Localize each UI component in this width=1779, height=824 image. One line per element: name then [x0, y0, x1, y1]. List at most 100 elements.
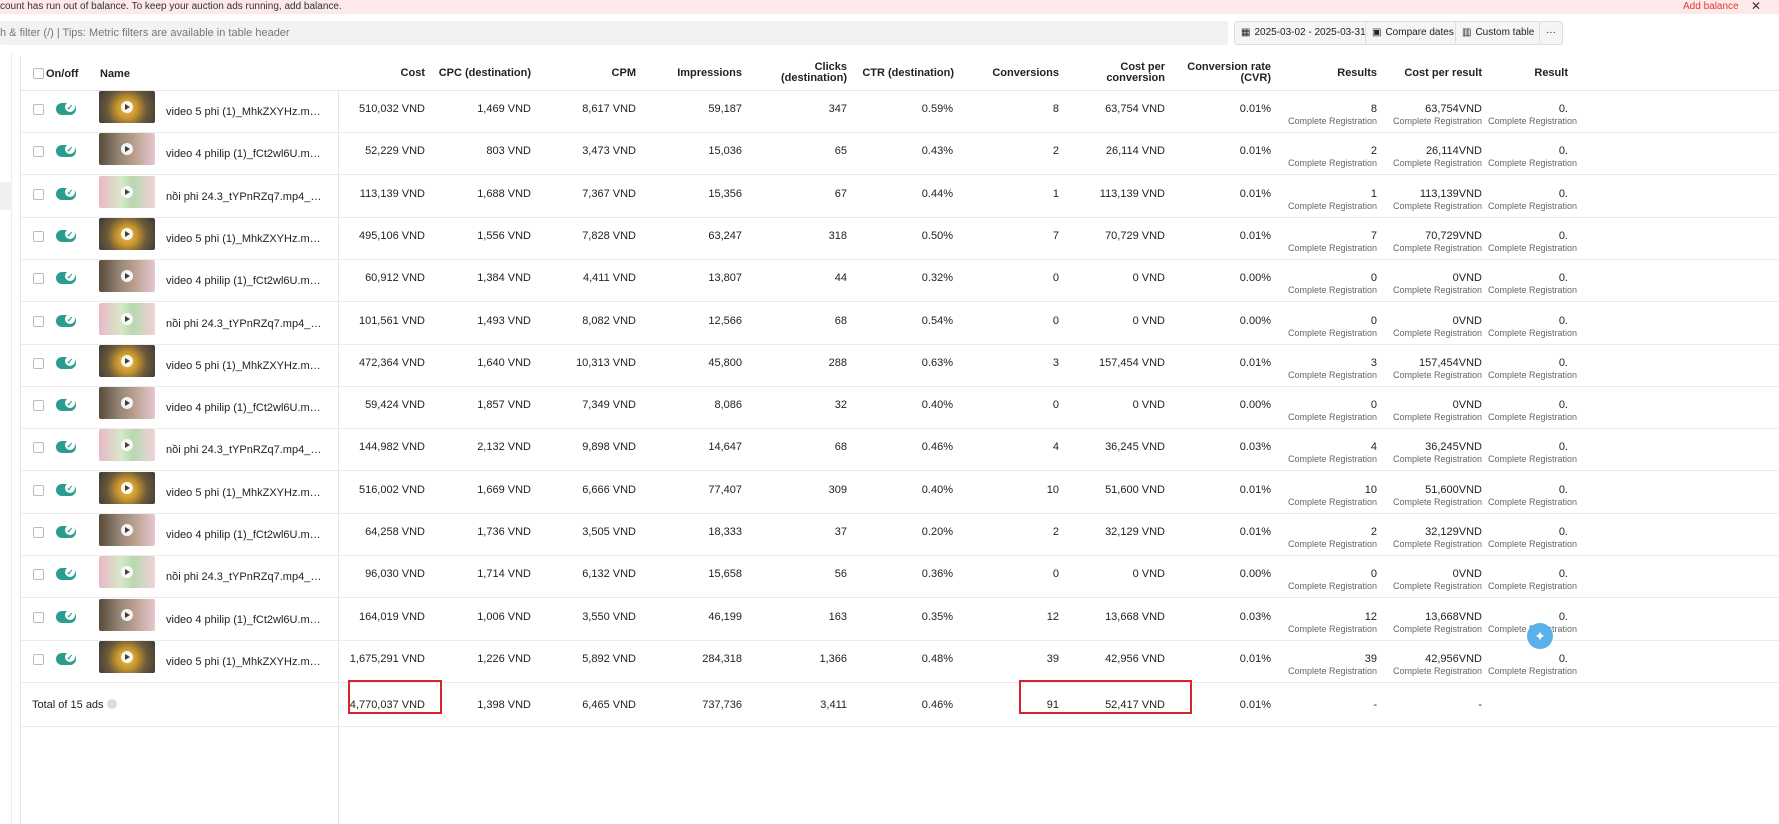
ad-thumbnail[interactable]: [99, 514, 155, 546]
ad-thumbnail[interactable]: [99, 260, 155, 293]
cell-cpm: 8,617 VND: [582, 103, 636, 115]
ad-name-link[interactable]: video 5 phi (1)_MhkZXYHz.mp4_Bả...: [166, 487, 326, 499]
ad-name-link[interactable]: video 4 philip (1)_fCt2wl6U.mp4_Bả...: [166, 614, 326, 626]
row-toggle-switch[interactable]: [56, 186, 76, 200]
header-cvr[interactable]: Conversion rate (CVR): [1171, 62, 1271, 84]
row-toggle-switch[interactable]: [56, 228, 76, 242]
row-checkbox[interactable]: [33, 104, 44, 115]
ad-thumbnail[interactable]: [99, 91, 155, 123]
ad-thumbnail[interactable]: [99, 175, 155, 208]
header-conversions[interactable]: Conversions: [979, 68, 1059, 79]
row-toggle-switch[interactable]: [56, 355, 76, 369]
ad-thumbnail[interactable]: [99, 640, 155, 673]
table-row[interactable]: nồi phi 24.3_tYPnRZq7.mp4_2025-0... 113,1…: [21, 175, 1779, 218]
ad-name-link[interactable]: video 4 philip (1)_fCt2wl6U.mp4_Bả...: [166, 402, 326, 414]
row-checkbox[interactable]: [33, 611, 44, 623]
ad-thumbnail[interactable]: [99, 556, 155, 589]
row-checkbox[interactable]: [33, 569, 44, 581]
ad-name-link[interactable]: video 5 phi (1)_MhkZXYHz.mp4_Bả...: [166, 360, 326, 372]
row-checkbox[interactable]: [33, 484, 44, 496]
table-row[interactable]: video 5 phi (1)_MhkZXYHz.mp4_Bả... 510,03…: [21, 91, 1779, 133]
table-row[interactable]: video 5 phi (1)_MhkZXYHz.mp4_Bả... 1,675,…: [21, 640, 1779, 683]
row-toggle-switch[interactable]: [56, 651, 76, 665]
row-toggle-switch[interactable]: [56, 482, 76, 496]
custom-table-button[interactable]: ▥ Custom table: [1455, 21, 1542, 45]
header-result-rate[interactable]: Result: [1491, 68, 1568, 79]
row-checkbox[interactable]: [33, 527, 44, 538]
results-sublabel: Complete Registration: [1287, 327, 1377, 338]
row-checkbox[interactable]: [33, 315, 44, 327]
search-input[interactable]: h & filter (/) | Tips: Metric filters ar…: [0, 21, 1228, 45]
table-row[interactable]: video 4 philip (1)_fCt2wl6U.mp4_Bả... 52,…: [21, 133, 1779, 176]
ad-thumbnail[interactable]: [99, 133, 155, 166]
compare-dates-button[interactable]: ▣ Compare dates: [1365, 21, 1461, 45]
select-all-checkbox[interactable]: [33, 68, 44, 79]
row-toggle-switch[interactable]: [56, 313, 76, 327]
ad-name-link[interactable]: video 4 philip (1)_fCt2wl6U.mp4_Bả...: [166, 148, 326, 160]
header-clicks[interactable]: Clicks (destination): [767, 62, 847, 84]
header-cost[interactable]: Cost: [345, 68, 425, 79]
header-cpc[interactable]: CPC (destination): [426, 68, 531, 79]
header-impressions[interactable]: Impressions: [661, 68, 742, 79]
ad-thumbnail[interactable]: [99, 344, 155, 377]
row-toggle-switch[interactable]: [56, 398, 76, 412]
header-name[interactable]: Name: [100, 69, 130, 80]
ad-thumbnail[interactable]: [99, 429, 155, 462]
table-row[interactable]: video 4 philip (1)_fCt2wl6U.mp4_Bả... 60,…: [21, 260, 1779, 303]
row-checkbox[interactable]: [33, 273, 44, 285]
cell-cpr: 51,600VND: [1425, 483, 1482, 496]
row-toggle-switch[interactable]: [56, 102, 76, 115]
table-row[interactable]: video 5 phi (1)_MhkZXYHz.mp4_Bả... 495,10…: [21, 217, 1779, 260]
ad-thumbnail[interactable]: [99, 302, 155, 335]
header-cost-per-conversion[interactable]: Cost per conversion: [1085, 62, 1165, 84]
row-checkbox[interactable]: [33, 146, 44, 158]
ad-name-link[interactable]: nồi phi 24.3_tYPnRZq7.mp4_2025-0...: [166, 318, 326, 330]
cell-clicks: 68: [834, 441, 847, 454]
cell-rr: 0.: [1558, 187, 1568, 200]
ad-thumbnail[interactable]: [99, 217, 155, 250]
ad-thumbnail[interactable]: [99, 387, 155, 420]
row-toggle-switch[interactable]: [56, 271, 76, 285]
row-toggle-switch[interactable]: [56, 567, 76, 581]
date-range-button[interactable]: ▦ 2025-03-02 - 2025-03-31: [1234, 21, 1373, 45]
table-row[interactable]: nồi phi 24.3_tYPnRZq7.mp4_2025-0... 144,9…: [21, 429, 1779, 472]
ad-name-link[interactable]: nồi phi 24.3_tYPnRZq7.mp4_2025-0...: [166, 444, 326, 456]
header-cost-per-result[interactable]: Cost per result: [1382, 68, 1482, 79]
ad-name-link[interactable]: nồi phi 24.3_tYPnRZq7.mp4_2025-0...: [166, 571, 326, 583]
ad-thumbnail[interactable]: [99, 471, 155, 504]
ad-name-link[interactable]: video 4 philip (1)_fCt2wl6U.mp4_Bả...: [166, 529, 326, 541]
row-checkbox[interactable]: [33, 188, 44, 200]
ad-name-link[interactable]: video 5 phi (1)_MhkZXYHz.mp4_Bả...: [166, 656, 326, 668]
table-row[interactable]: video 4 philip (1)_fCt2wl6U.mp4_Bả... 59,…: [21, 387, 1779, 430]
table-row[interactable]: video 5 phi (1)_MhkZXYHz.mp4_Bả... 472,36…: [21, 344, 1779, 387]
table-row[interactable]: video 4 philip (1)_fCt2wl6U.mp4_Bả... 64,…: [21, 514, 1779, 556]
row-checkbox[interactable]: [33, 442, 44, 454]
assistant-sparkle-icon[interactable]: ✦: [1527, 623, 1553, 649]
row-toggle-switch[interactable]: [56, 144, 76, 158]
row-toggle-switch[interactable]: [56, 525, 76, 538]
row-checkbox[interactable]: [33, 357, 44, 369]
ad-name-link[interactable]: video 4 philip (1)_fCt2wl6U.mp4_Bả...: [166, 275, 326, 287]
table-row[interactable]: nồi phi 24.3_tYPnRZq7.mp4_2025-0... 101,5…: [21, 302, 1779, 345]
row-checkbox[interactable]: [33, 653, 44, 665]
more-options-button[interactable]: ···: [1539, 21, 1563, 45]
header-onoff[interactable]: On/off: [46, 69, 78, 80]
header-results[interactable]: Results: [1297, 68, 1377, 79]
table-row[interactable]: video 5 phi (1)_MhkZXYHz.mp4_Bả... 516,00…: [21, 471, 1779, 514]
add-balance-link[interactable]: Add balance: [1683, 1, 1739, 13]
close-icon[interactable]: ✕: [1751, 0, 1761, 12]
ad-thumbnail[interactable]: [99, 598, 155, 631]
header-ctr[interactable]: CTR (destination): [851, 68, 954, 79]
ad-name-link[interactable]: nồi phi 24.3_tYPnRZq7.mp4_2025-0...: [166, 191, 326, 203]
row-toggle-switch[interactable]: [56, 440, 76, 454]
row-checkbox[interactable]: [33, 400, 44, 412]
header-cpm[interactable]: CPM: [556, 68, 636, 79]
row-checkbox[interactable]: [33, 230, 44, 242]
help-icon[interactable]: [106, 699, 117, 709]
ad-name-link[interactable]: video 5 phi (1)_MhkZXYHz.mp4_Bả...: [166, 106, 326, 118]
table-row[interactable]: video 4 philip (1)_fCt2wl6U.mp4_Bả... 164…: [21, 598, 1779, 641]
row-toggle-switch[interactable]: [56, 609, 76, 623]
ad-name-link[interactable]: video 5 phi (1)_MhkZXYHz.mp4_Bả...: [166, 233, 326, 245]
cell-ctr: 0.36%: [921, 568, 953, 581]
table-row[interactable]: nồi phi 24.3_tYPnRZq7.mp4_2025-0... 96,03…: [21, 556, 1779, 599]
